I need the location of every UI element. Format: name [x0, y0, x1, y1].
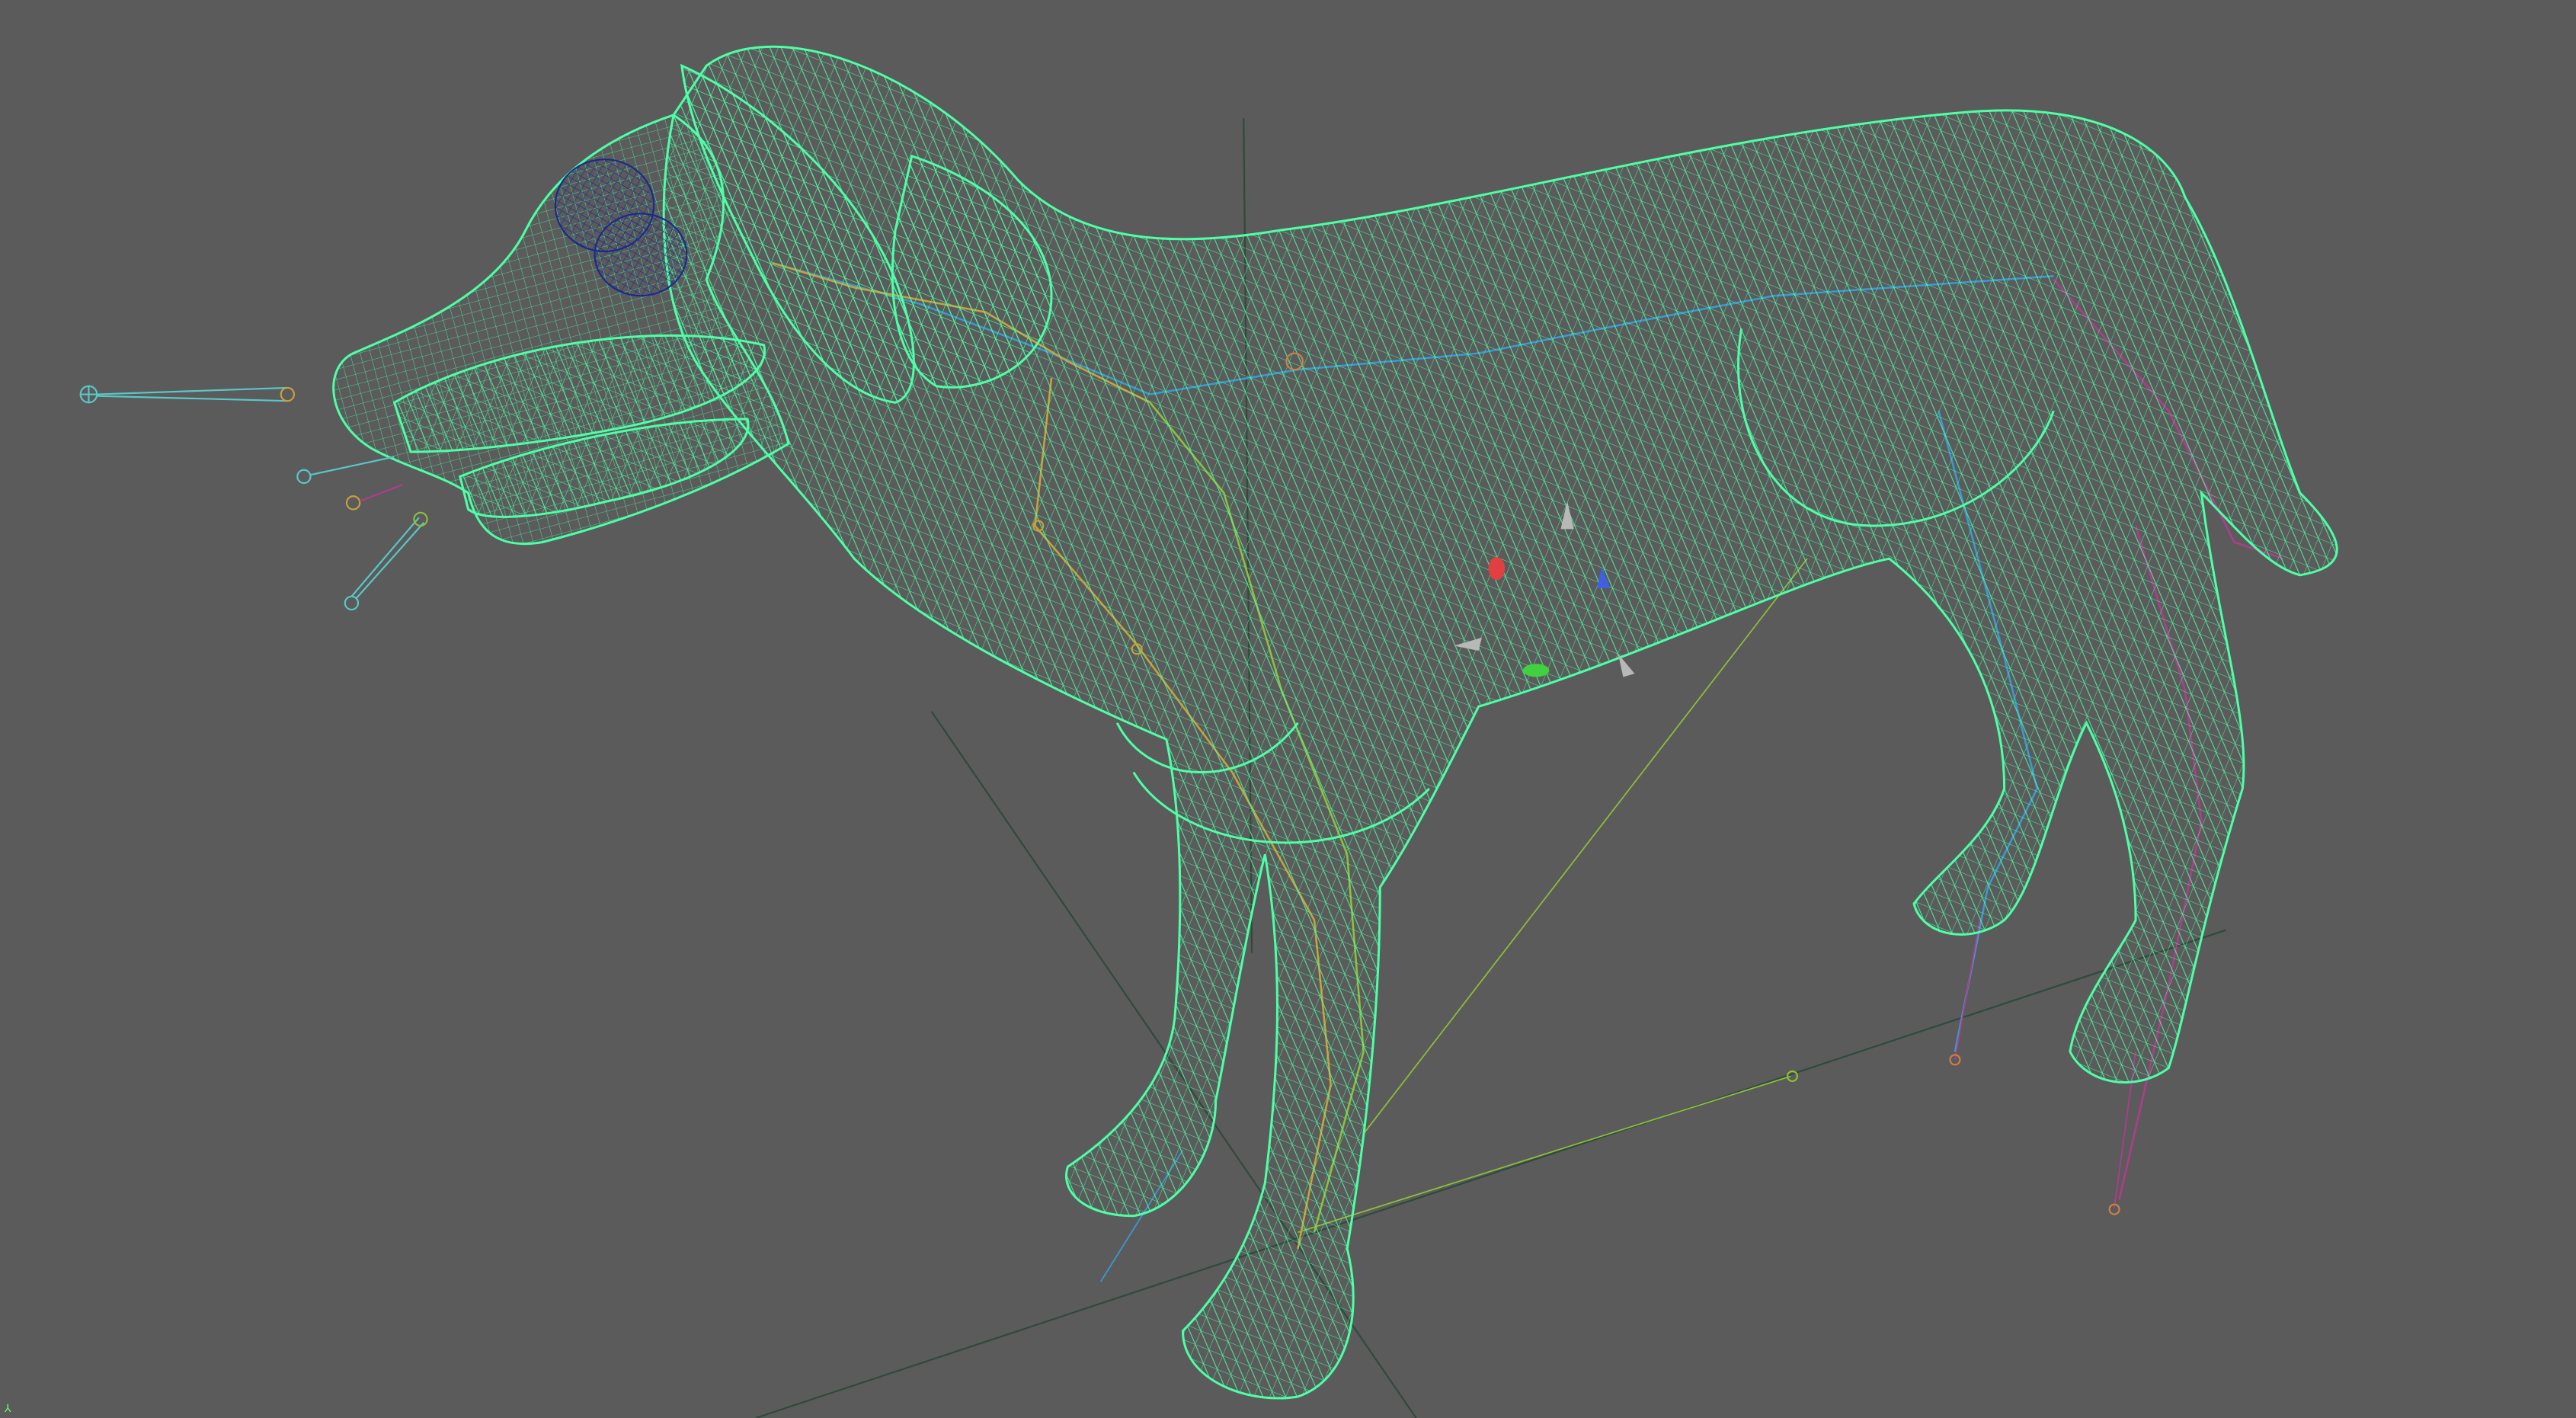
- nose-locator: [79, 385, 296, 404]
- jaw-locator-lower: [345, 484, 403, 511]
- ground-ik-line: [1298, 1075, 1791, 1234]
- jaw-locator-upper: [296, 456, 395, 485]
- rear-foot-ik-line-2: [1954, 920, 1981, 1061]
- jaw-locator-tip: [344, 511, 428, 611]
- view-axis-indicator: ⅄: [5, 1403, 11, 1415]
- 3d-viewport[interactable]: ⅄: [0, 0, 2576, 1418]
- manipulator-y-handle: [1522, 664, 1550, 677]
- manipulator-grey-handle-right: [1618, 654, 1635, 677]
- wireframe-scene[interactable]: [0, 0, 2576, 1418]
- manipulator-x-handle: [1488, 557, 1506, 581]
